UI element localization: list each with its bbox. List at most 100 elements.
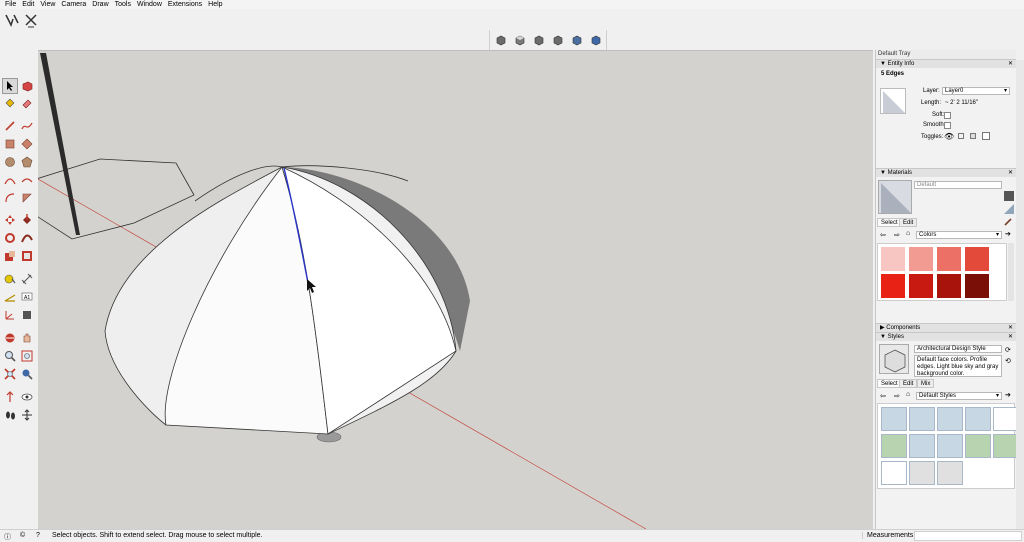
length-value[interactable]: ~ 2' 2 11/16"	[945, 100, 978, 106]
rotated-rectangle-icon[interactable]	[19, 136, 35, 152]
pie-icon[interactable]	[2, 190, 18, 206]
section-plane-icon[interactable]	[19, 407, 35, 423]
styles-library-select[interactable]: Default Styles ▾	[916, 392, 1002, 400]
color-swatch[interactable]	[881, 274, 905, 298]
color-swatch[interactable]	[937, 247, 961, 271]
materials-header[interactable]: ▼ Materials ✕	[876, 168, 1016, 177]
materials-scrollbar[interactable]	[1008, 243, 1014, 301]
front-view-icon[interactable]	[530, 32, 547, 48]
paint-bucket-icon[interactable]	[2, 95, 18, 111]
zoom-icon[interactable]	[2, 348, 18, 364]
smooth-checkbox[interactable]	[944, 122, 951, 129]
styles-tab-select[interactable]: Select	[877, 379, 902, 388]
soft-checkbox[interactable]	[944, 112, 951, 119]
style-thumbnail[interactable]	[965, 434, 991, 458]
update-style-icon[interactable]: ⟲	[1005, 357, 1011, 365]
menu-help[interactable]: Help	[205, 0, 225, 9]
default-material-icon[interactable]	[1004, 191, 1014, 201]
style-thumbnail[interactable]	[909, 434, 935, 458]
style-thumbnail[interactable]	[909, 461, 935, 485]
arc-icon[interactable]	[2, 172, 18, 188]
follow-me-icon[interactable]	[19, 230, 35, 246]
help-icon[interactable]: ?	[36, 532, 40, 539]
toggle-shadow-receive-icon[interactable]	[970, 133, 976, 139]
getting-started-icon[interactable]	[3, 11, 21, 29]
home-icon[interactable]: ⌂	[906, 230, 910, 237]
iso-view-icon[interactable]	[492, 32, 509, 48]
push-pull-icon[interactable]	[19, 212, 35, 228]
eyedropper-icon[interactable]	[1004, 217, 1013, 228]
move-icon[interactable]	[2, 212, 18, 228]
left-view-icon[interactable]	[587, 32, 604, 48]
tray-scrollbar[interactable]	[1016, 60, 1024, 529]
right-view-icon[interactable]	[549, 32, 566, 48]
scale-icon[interactable]	[2, 248, 18, 264]
create-style-icon[interactable]: ⟳	[1005, 346, 1011, 354]
style-thumbnail[interactable]	[881, 407, 907, 431]
color-swatch[interactable]	[909, 247, 933, 271]
toggle-shadow-cast-icon[interactable]	[958, 133, 964, 139]
forward-arrow-icon[interactable]: ⇨	[894, 231, 900, 239]
style-thumbnail[interactable]	[993, 434, 1016, 458]
menu-edit[interactable]: Edit	[19, 0, 37, 9]
two-point-arc-icon[interactable]	[19, 172, 35, 188]
zoom-window-icon[interactable]	[19, 348, 35, 364]
measurements-input[interactable]	[914, 531, 1022, 541]
eraser-icon[interactable]	[19, 95, 35, 111]
styles-tab-edit[interactable]: Edit	[899, 379, 918, 388]
look-around-icon[interactable]	[19, 389, 35, 405]
top-view-icon[interactable]	[511, 32, 528, 48]
credits-icon[interactable]: ©	[20, 532, 25, 539]
materials-tab-select[interactable]: Select	[877, 218, 902, 227]
color-swatch[interactable]	[909, 274, 933, 298]
zoom-extents-icon[interactable]	[2, 366, 18, 382]
dimension-icon[interactable]	[19, 271, 35, 287]
entity-info-header[interactable]: ▼ Entity Info ✕	[876, 59, 1016, 68]
menu-draw[interactable]: Draw	[89, 0, 111, 9]
color-swatch[interactable]	[965, 274, 989, 298]
menu-window[interactable]: Window	[134, 0, 165, 9]
rotate-icon[interactable]	[2, 230, 18, 246]
color-swatch[interactable]	[965, 247, 989, 271]
toggle-glue-icon[interactable]	[982, 132, 990, 140]
walk-icon[interactable]	[2, 407, 18, 423]
menu-extensions[interactable]: Extensions	[165, 0, 205, 9]
sample-paint-icon[interactable]	[1004, 204, 1014, 214]
make-component-icon[interactable]	[19, 78, 35, 94]
model-canvas[interactable]	[38, 51, 873, 529]
style-thumbnail[interactable]	[937, 461, 963, 485]
materials-tab-edit[interactable]: Edit	[899, 218, 918, 227]
components-header[interactable]: ▶ Components ✕	[876, 323, 1016, 332]
styles-header[interactable]: ▼ Styles ✕	[876, 332, 1016, 341]
toggle-visibility-icon[interactable]: 👁	[944, 132, 954, 141]
close-icon[interactable]: ✕	[1008, 169, 1013, 177]
styles-tab-mix[interactable]: Mix	[917, 379, 935, 388]
menu-tools[interactable]: Tools	[112, 0, 134, 9]
position-camera-icon[interactable]	[2, 389, 18, 405]
sandbox-icon[interactable]	[22, 11, 40, 29]
close-icon[interactable]: ✕	[1008, 333, 1013, 341]
layer-select[interactable]: Layer0 ▾	[942, 87, 1010, 95]
style-thumbnail[interactable]	[993, 407, 1016, 431]
style-thumbnail[interactable]	[881, 461, 907, 485]
style-thumbnail[interactable]	[937, 407, 963, 431]
back-arrow-icon[interactable]: ⇦	[880, 231, 886, 239]
close-icon[interactable]: ✕	[1008, 60, 1013, 68]
color-swatch[interactable]	[937, 274, 961, 298]
polygon-icon[interactable]	[19, 154, 35, 170]
back-arrow-icon[interactable]: ⇦	[880, 392, 886, 400]
menu-camera[interactable]: Camera	[58, 0, 89, 9]
style-thumbnail[interactable]	[909, 407, 935, 431]
back-view-icon[interactable]	[568, 32, 585, 48]
previous-view-icon[interactable]	[19, 366, 35, 382]
materials-library-select[interactable]: Colors ▾	[916, 231, 1002, 239]
material-name-field[interactable]: Default	[914, 181, 1002, 189]
details-arrow-icon[interactable]: ➔	[1005, 391, 1011, 399]
style-name-field[interactable]: Architectural Design Style	[914, 345, 1002, 353]
axes-icon[interactable]	[2, 307, 18, 323]
menu-view[interactable]: View	[37, 0, 58, 9]
rectangle-icon[interactable]	[2, 136, 18, 152]
circle-icon[interactable]	[2, 154, 18, 170]
drawing-viewport[interactable]	[38, 50, 873, 529]
three-point-arc-icon[interactable]	[19, 190, 35, 206]
